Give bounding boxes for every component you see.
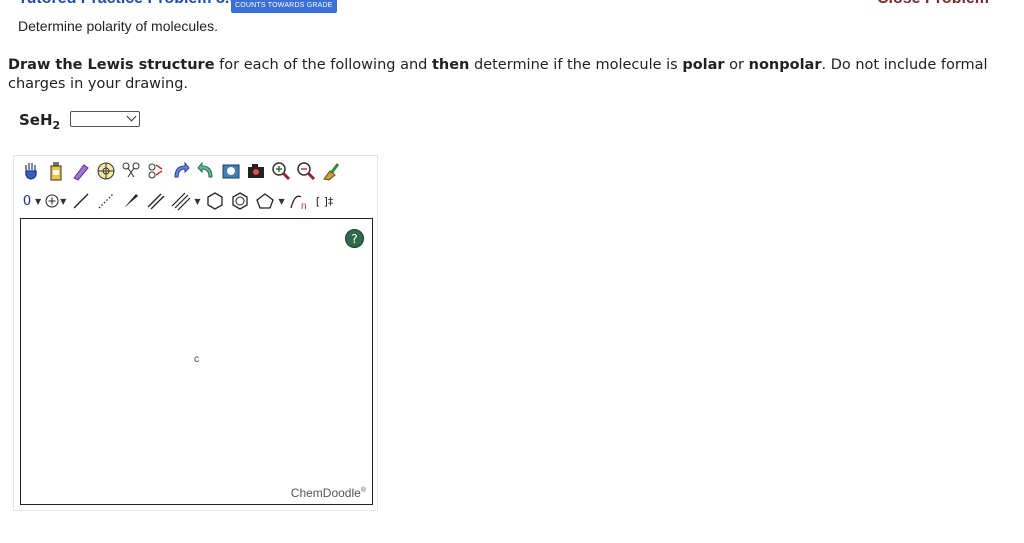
copy-icon: [148, 163, 163, 179]
chemdoodle-brand: ChemDoodle®: [291, 486, 366, 500]
double-bond-button[interactable]: [145, 189, 167, 213]
undo-button[interactable]: [170, 159, 192, 183]
double-bond-icon: [147, 193, 165, 210]
carbon-atom[interactable]: c: [194, 354, 199, 365]
single-bond-icon: [73, 193, 89, 209]
instr-text-1: for each of the following and: [214, 57, 432, 73]
chain-icon: n: [289, 195, 307, 211]
close-problem-link[interactable]: Close Problem: [877, 0, 989, 8]
charge-button[interactable]: 0: [20, 189, 34, 213]
caret-down-icon[interactable]: ▼: [194, 197, 200, 206]
camera-button[interactable]: [245, 159, 267, 183]
broom-icon: [323, 163, 340, 181]
chain-button[interactable]: n: [289, 189, 311, 213]
hexagon-icon: [207, 192, 224, 210]
zoom-in-icon: [272, 162, 291, 181]
hand-tool-button[interactable]: [20, 159, 42, 183]
caret-down-icon[interactable]: ▼: [35, 197, 41, 206]
polarity-select[interactable]: [70, 111, 140, 127]
instr-text-3: or: [724, 57, 749, 73]
ring-benzene-button[interactable]: [229, 189, 251, 213]
hand-icon: [25, 163, 37, 180]
undo-icon: [174, 161, 190, 178]
template-icon: [222, 164, 240, 179]
help-label: ?: [351, 231, 358, 246]
center-button[interactable]: [95, 159, 117, 183]
plus-circle-icon: [45, 194, 59, 208]
instr-text-2: determine if the molecule is: [469, 57, 683, 73]
target-icon: [97, 162, 115, 180]
cut-button[interactable]: [120, 159, 142, 183]
bottle-icon: [50, 162, 62, 181]
zoom-out-button[interactable]: [295, 159, 317, 183]
eraser-icon: [73, 164, 89, 181]
camera-icon: [248, 164, 264, 178]
triple-bond-button[interactable]: [170, 189, 192, 213]
brand-text: ChemDoodle: [290, 486, 361, 500]
grade-badge: COUNTS TOWARDS GRADE: [231, 0, 337, 13]
caret-down-icon[interactable]: ▼: [278, 197, 284, 206]
ring-hexagon-button[interactable]: [204, 189, 226, 213]
n-label: n: [301, 201, 307, 211]
zoom-in-button[interactable]: [270, 159, 292, 183]
drawing-canvas[interactable]: ? c ChemDoodle®: [20, 218, 373, 505]
chemdoodle-sketcher: 0 ▼ ▼ ▼ ▼ n []‡ ? c ChemDoodle®: [13, 155, 378, 511]
zoom-out-icon: [297, 162, 316, 181]
bracket-button[interactable]: [ ]‡: [314, 189, 336, 213]
instructions: Draw the Lewis structure for each of the…: [8, 56, 998, 94]
clean-button[interactable]: [320, 159, 342, 183]
problem-subtitle: Determine polarity of molecules.: [18, 18, 218, 34]
ring-pentagon-button[interactable]: [254, 189, 276, 213]
copy-button[interactable]: [145, 159, 167, 183]
dashed-bond-icon: [98, 193, 114, 209]
redo-button[interactable]: [195, 159, 217, 183]
instr-bold-2: then: [431, 57, 470, 73]
wedge-bond-icon: [124, 194, 139, 208]
toolbar-row-2: 0 ▼ ▼ ▼ ▼ n []‡: [20, 188, 339, 214]
eraser-button[interactable]: [70, 159, 92, 183]
molecule-formula: SeH2: [19, 111, 60, 132]
chevron-down-icon: [126, 111, 137, 122]
pentagon-icon: [256, 193, 275, 209]
caret-down-icon[interactable]: ▼: [60, 197, 66, 206]
instr-bold-4: nonpolar: [748, 57, 822, 73]
redo-icon: [197, 161, 213, 178]
add-charge-button[interactable]: [45, 189, 59, 213]
benzene-icon: [232, 192, 249, 210]
triple-bond-icon: [171, 192, 191, 211]
template-button[interactable]: [220, 159, 242, 183]
bracket-label: [ ]‡: [315, 194, 334, 208]
brand-registered-mark: ®: [360, 487, 366, 494]
wedge-bond-button[interactable]: [120, 189, 142, 213]
toolbar-row-1: [20, 158, 345, 184]
dashed-bond-button[interactable]: [95, 189, 117, 213]
problem-title: Tutored Practice Problem 8.6.1: [18, 0, 252, 8]
clear-button[interactable]: [45, 159, 67, 183]
help-icon[interactable]: ?: [345, 229, 364, 248]
instr-bold-1: Draw the Lewis structure: [8, 57, 215, 73]
instr-bold-3: polar: [682, 57, 725, 73]
charge-label: 0: [22, 193, 32, 209]
scissors-icon: [122, 162, 140, 178]
formula-main: SeH: [19, 111, 53, 129]
single-bond-button[interactable]: [70, 189, 92, 213]
formula-subscript: 2: [52, 119, 61, 132]
